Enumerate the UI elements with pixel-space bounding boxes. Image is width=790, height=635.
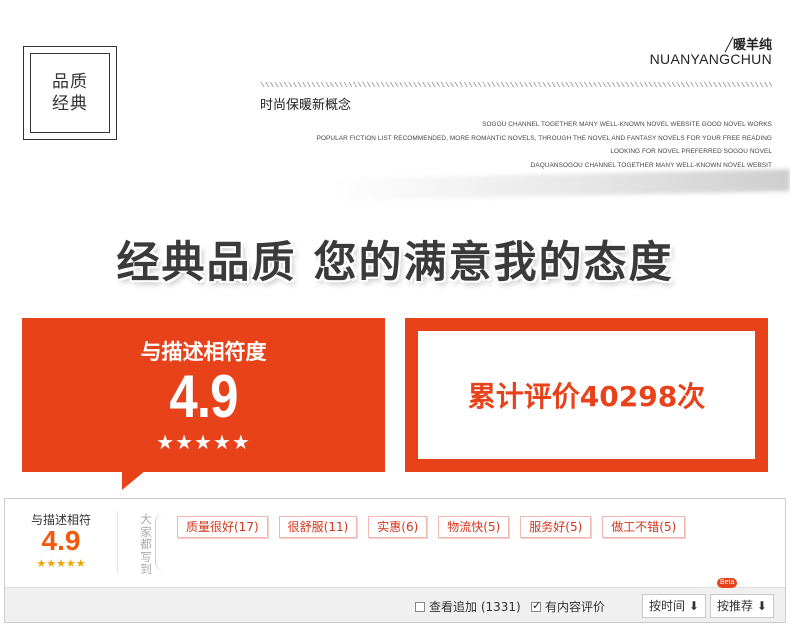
rating-panel: 与描述相符度 4.9 ★★★★★ [22, 318, 385, 472]
sort-by-recommend-button[interactable]: 按推荐 ⬇ [710, 594, 774, 618]
logo-text-line2: 经典 [52, 94, 88, 114]
sort-recommend-label: 按推荐 [717, 599, 754, 613]
review-tag[interactable]: 做工不错(5) [602, 516, 686, 538]
header-slogan: 时尚保暖新概念 [260, 98, 352, 113]
review-tag-list: 质量很好(17) 很舒服(11) 实惠(6) 物流快(5) 服务好(5) 做工不… [177, 516, 686, 538]
main-headline: 经典品质 您的满意我的态度 [116, 238, 674, 288]
review-tag[interactable]: 实惠(6) [368, 516, 428, 538]
review-summary: 与描述相符 4.9 ★★★★★ [5, 499, 117, 589]
brand-logo: 品质 经典 [23, 46, 117, 140]
review-count-panel: 累计评价40298次 [405, 318, 768, 472]
rating-score: 4.9 [169, 363, 238, 430]
description-line: SOGOU CHANNEL TOGETHER MANY WELL-KNOWN N… [482, 121, 772, 128]
filter-content-label: 有内容评价 [545, 600, 606, 614]
arrow-down-icon: ⬇ [753, 599, 767, 613]
decorative-slash-line [260, 82, 772, 87]
review-count-inner: 累计评价40298次 [418, 331, 755, 459]
brand-name-english: NUANYANGCHUN [649, 51, 772, 67]
brace-decoration [155, 513, 164, 571]
logo-inner-frame: 品质 经典 [30, 53, 110, 133]
review-tag[interactable]: 很舒服(11) [278, 516, 358, 538]
sort-by-time-button[interactable]: 按时间 ⬇ [642, 594, 706, 618]
description-line: DAQUANSOGOU CHANNEL TOGETHER MANY WELL-K… [530, 161, 772, 169]
header-description: SOGOU CHANNEL TOGETHER MANY WELL-KNOWN N… [317, 118, 772, 172]
description-line: POPULAR FICTION LIST RECOMMENDED, MORE R… [316, 134, 772, 142]
summary-divider [117, 511, 118, 573]
checkbox-checked-icon[interactable] [531, 599, 541, 612]
filter-append-label: 查看追加 (1331) [429, 600, 521, 614]
beta-badge: Beta [717, 578, 738, 588]
arrow-down-icon: ⬇ [685, 599, 699, 613]
rating-stars: ★★★★★ [156, 430, 251, 454]
rating-panel-pointer [122, 470, 146, 490]
logo-text-line1: 品质 [52, 72, 88, 92]
summary-score: 4.9 [41, 525, 81, 556]
description-line: LOOKING FOR NOVEL PREFERRED SOGOU NOVEL [610, 148, 772, 155]
summary-stars: ★★★★★ [36, 557, 86, 570]
filter-content-checkbox[interactable]: 有内容评价 [531, 598, 605, 615]
review-summary-bar: 与描述相符 4.9 ★★★★★ 大家都写到 质量很好(17) 很舒服(11) 实… [4, 498, 786, 623]
review-tag[interactable]: 物流快(5) [438, 516, 510, 538]
review-count-text: 累计评价40298次 [467, 380, 706, 413]
filter-append-checkbox[interactable]: 查看追加 (1331) [415, 598, 521, 615]
review-tag[interactable]: 质量很好(17) [177, 516, 268, 538]
review-toolbar: 查看追加 (1331) 有内容评价 按时间 ⬇ 按推荐 ⬇ Beta [5, 578, 785, 622]
tags-vertical-label: 大家都写到 [140, 512, 152, 576]
review-tag[interactable]: 服务好(5) [520, 516, 592, 538]
sort-time-label: 按时间 [649, 599, 686, 613]
decorative-shadow [330, 169, 790, 201]
checkbox-icon[interactable] [415, 601, 425, 612]
